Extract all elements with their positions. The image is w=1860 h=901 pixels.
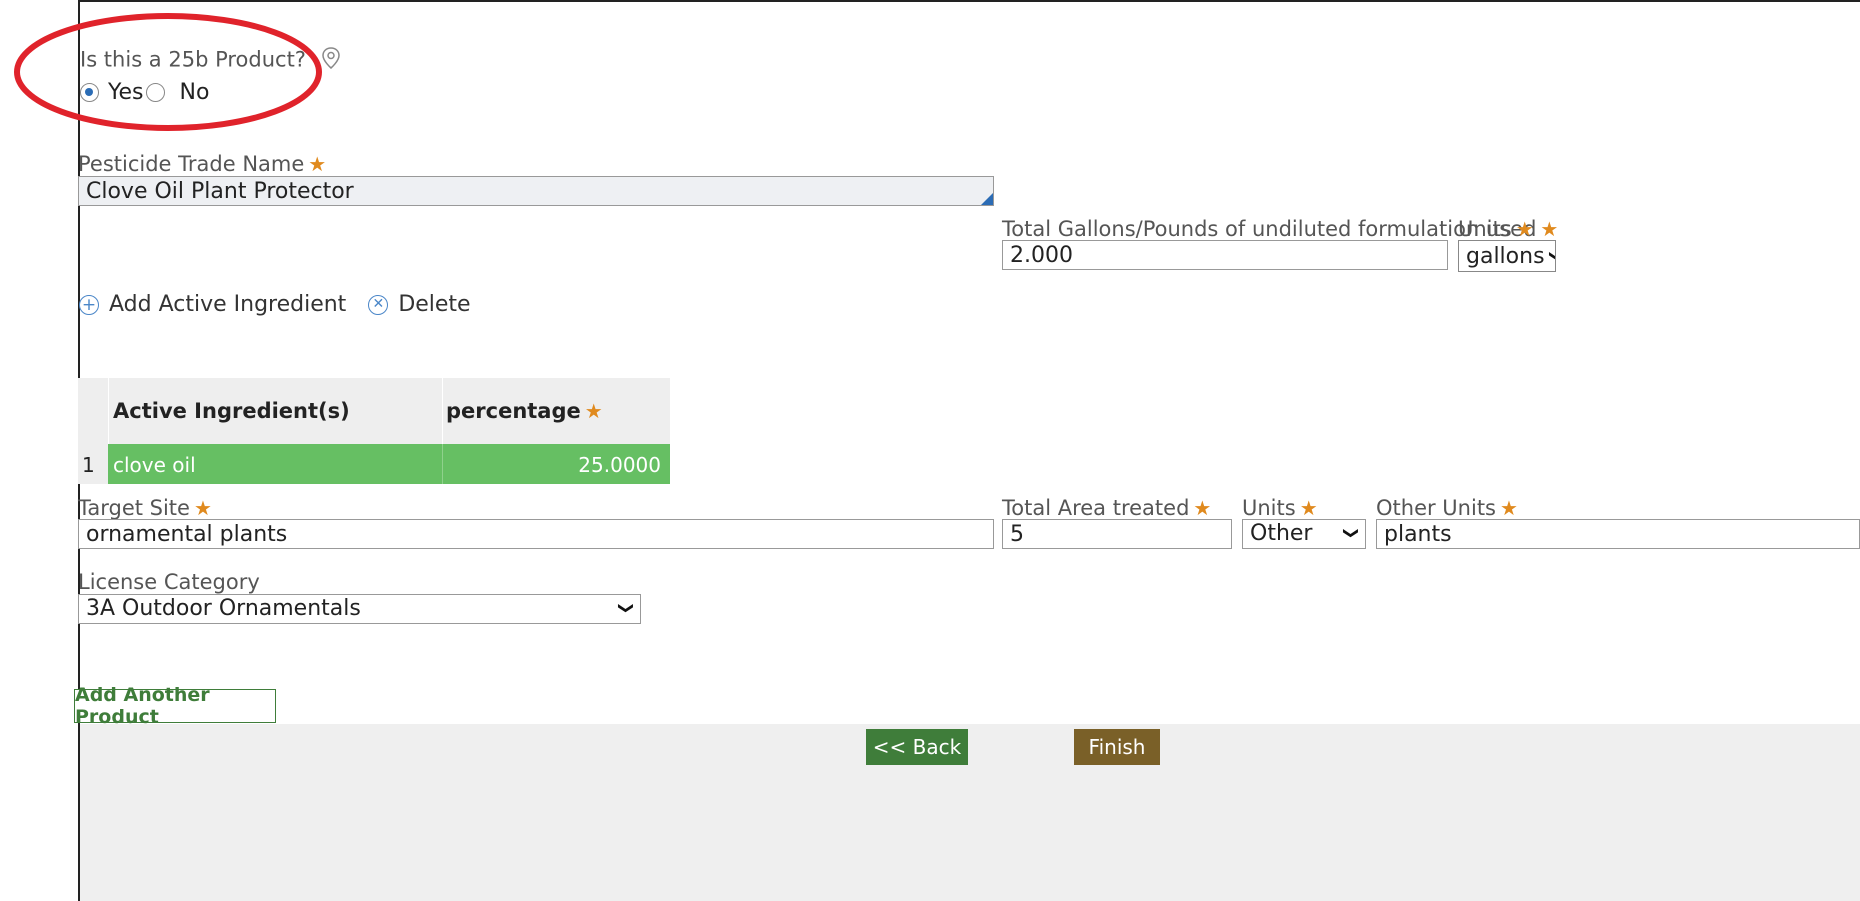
license-category-select[interactable]: 3A Outdoor Ornamentals ❯ xyxy=(78,594,641,624)
area-value: 5 xyxy=(1010,522,1024,547)
area-units-label: Units xyxy=(1242,496,1296,520)
x-circle-icon[interactable]: ✕ xyxy=(368,294,389,315)
trade-name-field[interactable]: Clove Oil Plant Protector xyxy=(78,176,994,206)
license-category-label: License Category xyxy=(78,570,260,594)
ingredient-actions: + Add Active Ingredient ✕ Delete xyxy=(79,292,471,317)
column-header-ingredient[interactable]: Active Ingredient(s) xyxy=(113,399,350,423)
required-star: ★ xyxy=(1540,217,1559,241)
annotation-circle xyxy=(14,13,322,131)
plus-circle-icon[interactable]: + xyxy=(79,294,99,315)
other-units-input[interactable]: plants xyxy=(1376,519,1860,549)
column-divider xyxy=(108,378,109,444)
formulation-units-value: gallons xyxy=(1466,243,1545,269)
delete-ingredient-link[interactable]: Delete xyxy=(398,292,470,317)
add-active-ingredient-link[interactable]: Add Active Ingredient xyxy=(109,292,346,317)
chevron-down-icon: ❯ xyxy=(1548,250,1555,263)
required-star: ★ xyxy=(308,152,327,176)
formulation-units-select[interactable]: gallons ❯ xyxy=(1458,240,1556,272)
area-label: Total Area treated xyxy=(1002,496,1190,520)
footer-bar xyxy=(80,724,1860,901)
required-star: ★ xyxy=(584,399,603,423)
target-site-value: ornamental plants xyxy=(86,522,288,547)
total-formulation-input[interactable]: 2.000 xyxy=(1002,240,1448,270)
area-units-value: Other xyxy=(1250,520,1313,546)
formulation-units-label: Units xyxy=(1458,217,1512,241)
add-another-product-button[interactable]: Add Another Product xyxy=(74,684,276,728)
column-header-percentage-wrap[interactable]: percentage ★ xyxy=(446,399,603,423)
trade-name-label: Pesticide Trade Name xyxy=(78,152,305,176)
formulation-units-label-wrap: Units ★ xyxy=(1458,217,1534,241)
target-site-label: Target Site xyxy=(78,496,190,520)
license-category-value: 3A Outdoor Ornamentals xyxy=(86,595,361,621)
required-star: ★ xyxy=(1500,496,1518,520)
required-star: ★ xyxy=(1515,217,1534,241)
other-units-value: plants xyxy=(1384,522,1452,547)
chevron-down-icon: ❯ xyxy=(617,601,636,615)
required-star: ★ xyxy=(1193,496,1212,520)
area-units-select[interactable]: Other ❯ xyxy=(1242,519,1366,549)
trade-name-value: Clove Oil Plant Protector xyxy=(86,179,354,204)
total-formulation-value: 2.000 xyxy=(1010,243,1073,268)
target-site-input[interactable]: ornamental plants xyxy=(78,519,994,549)
ingredient-cell[interactable]: clove oil xyxy=(113,453,196,477)
required-star: ★ xyxy=(193,496,212,520)
area-label-wrap: Total Area treated ★ xyxy=(1002,496,1211,520)
back-button[interactable]: << Back xyxy=(866,729,968,765)
finish-button[interactable]: Finish xyxy=(1074,729,1160,765)
resize-handle-icon[interactable] xyxy=(981,193,993,205)
column-header-percentage: percentage xyxy=(446,399,581,423)
row-index: 1 xyxy=(82,453,95,477)
total-formulation-label: Total Gallons/Pounds of undiluted formul… xyxy=(1002,217,1537,241)
required-star: ★ xyxy=(1299,496,1318,520)
chevron-down-icon: ❯ xyxy=(1342,526,1361,540)
column-divider xyxy=(442,444,443,484)
column-divider xyxy=(442,378,443,444)
other-units-label: Other Units xyxy=(1376,496,1496,520)
area-input[interactable]: 5 xyxy=(1002,519,1232,549)
other-units-label-wrap: Other Units ★ xyxy=(1376,496,1518,520)
area-units-label-wrap: Units ★ xyxy=(1242,496,1318,520)
percentage-cell[interactable]: 25.0000 xyxy=(578,453,661,477)
table-row[interactable]: 1 clove oil 25.0000 xyxy=(78,444,670,484)
ingredients-table-header: Active Ingredient(s) percentage ★ xyxy=(78,378,670,444)
target-site-label-wrap: Target Site ★ xyxy=(78,496,212,520)
trade-name-label-wrap: Pesticide Trade Name ★ xyxy=(78,152,326,176)
